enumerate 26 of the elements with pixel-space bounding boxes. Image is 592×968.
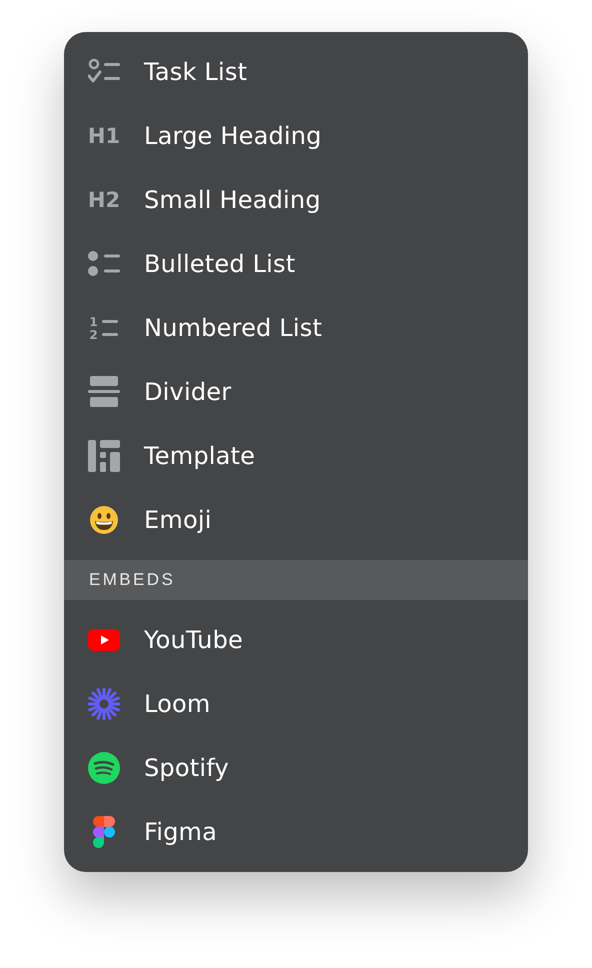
smiley-icon (89, 505, 119, 535)
menu-item[interactable]: H2 Small Heading (64, 168, 528, 232)
play-icon (88, 629, 120, 651)
heading-icon: H1 (88, 126, 120, 146)
menu-item[interactable]: Template (64, 424, 528, 488)
list-number: 2 (89, 328, 98, 340)
menu-item[interactable]: H1 Large Heading (64, 104, 528, 168)
list-number: 1 (89, 316, 98, 328)
menu-item[interactable]: Bulleted List (64, 232, 528, 296)
starburst-icon (88, 688, 120, 720)
menu-item[interactable]: Loom (64, 672, 528, 736)
menu-item[interactable]: Divider (64, 360, 528, 424)
menu-item[interactable]: 1 2 Numbered List (64, 296, 528, 360)
menu-item[interactable]: Spotify (64, 736, 528, 800)
menu-item[interactable]: YouTube (64, 608, 528, 672)
divider-icon (88, 376, 120, 408)
sound-waves-icon (88, 752, 120, 784)
menu-item[interactable]: Emoji (64, 488, 528, 552)
heading-icon: H2 (88, 190, 120, 210)
shapes-icon (93, 816, 115, 848)
lines-icon (100, 318, 119, 338)
menu-item[interactable]: Task List (64, 40, 528, 104)
menu-item[interactable]: Figma (64, 800, 528, 864)
section-header: EMBEDS (89, 570, 176, 590)
template-icon (88, 440, 120, 472)
bulleted-list-icon (88, 250, 120, 278)
